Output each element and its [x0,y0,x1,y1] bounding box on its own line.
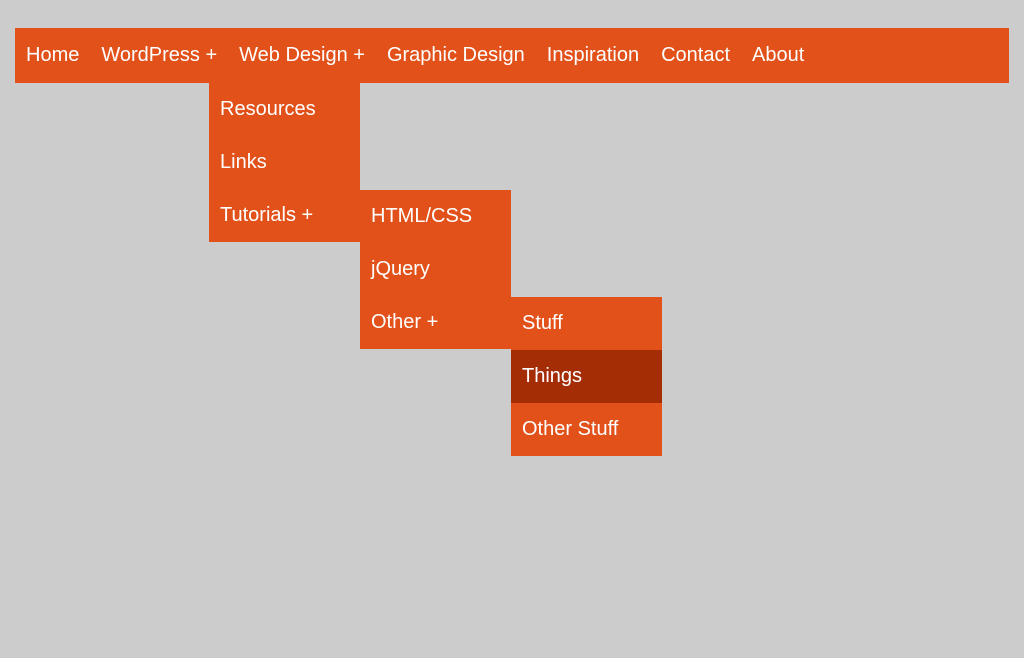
submenu-tutorials: HTML/CSS jQuery Other + [360,190,511,349]
submenu-item-tutorials[interactable]: Tutorials + [209,189,360,242]
submenu-item-other[interactable]: Other + [360,296,511,349]
submenu-item-resources[interactable]: Resources [209,83,360,136]
nav-item-inspiration[interactable]: Inspiration [536,28,650,83]
submenu-item-stuff[interactable]: Stuff [511,297,662,350]
nav-item-graphic-design[interactable]: Graphic Design [376,28,536,83]
nav-item-contact[interactable]: Contact [650,28,741,83]
main-menubar: Home WordPress + Web Design + Graphic De… [15,28,1009,83]
nav-item-about[interactable]: About [741,28,815,83]
submenu-item-links[interactable]: Links [209,136,360,189]
nav-item-web-design[interactable]: Web Design + [228,28,376,83]
nav-item-home[interactable]: Home [15,28,90,83]
submenu-other: Stuff Things Other Stuff [511,297,662,456]
submenu-item-html-css[interactable]: HTML/CSS [360,190,511,243]
submenu-item-things[interactable]: Things [511,350,662,403]
submenu-item-jquery[interactable]: jQuery [360,243,511,296]
nav-item-wordpress[interactable]: WordPress + [90,28,228,83]
submenu-web-design: Resources Links Tutorials + [209,83,360,242]
submenu-item-other-stuff[interactable]: Other Stuff [511,403,662,456]
